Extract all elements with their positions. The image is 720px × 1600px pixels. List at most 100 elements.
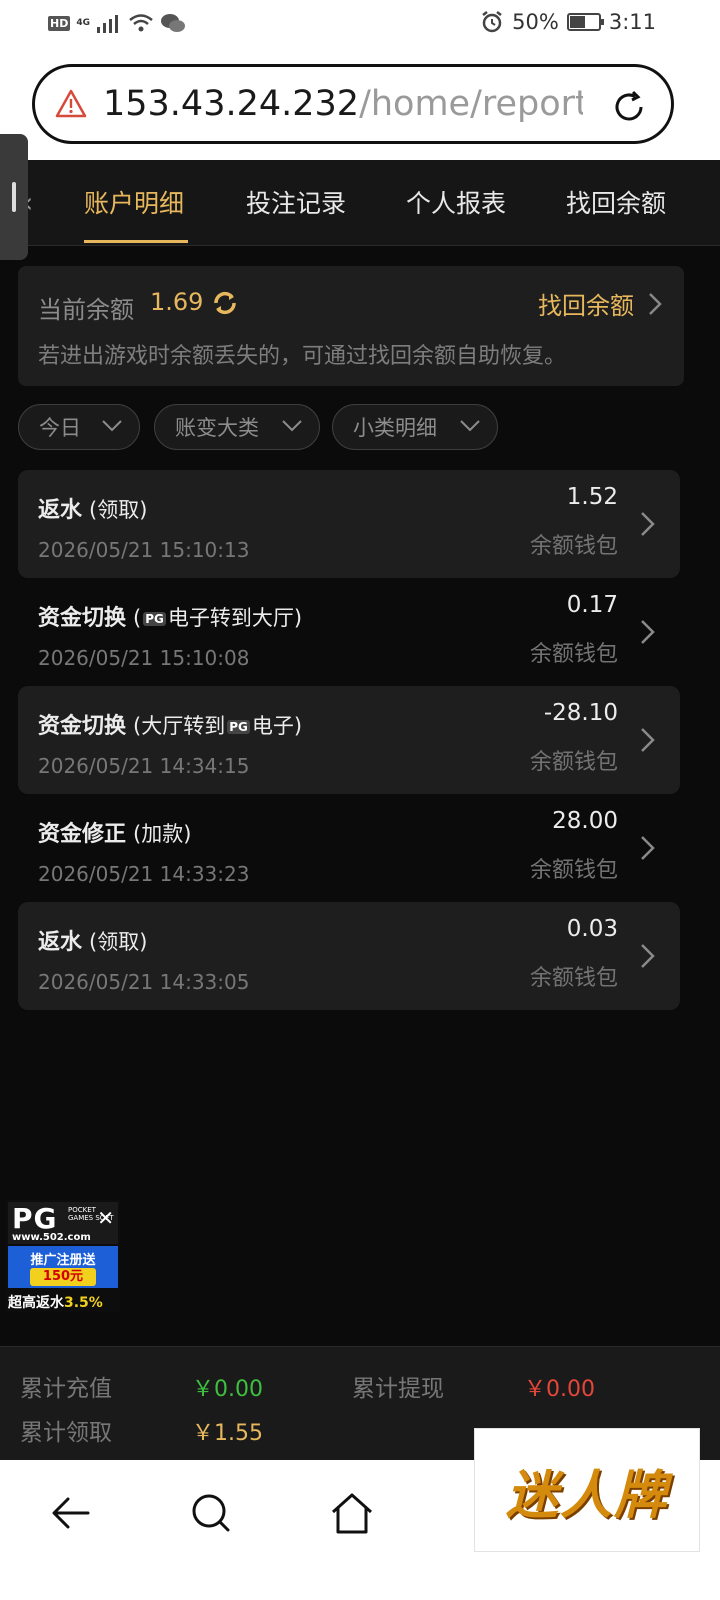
record-row[interactable]: 资金切换 (PG 电子转到大厅) 2026/05/21 15:10:08 0.17… [18,578,680,686]
url-text[interactable]: 153.43.24.232/home/report?c [103,84,583,124]
record-amount: 1.52 [566,484,618,510]
floating-ad[interactable]: PG POCKET GAMES SOFT www.502.com ✕ 推广注册送… [6,1200,120,1312]
record-time: 2026/05/21 15:10:13 [38,538,250,562]
wifi-icon [129,14,153,32]
record-title: 资金修正 (加款) [38,816,191,848]
active-tab-indicator [84,240,188,243]
address-bar[interactable]: 153.43.24.232/home/report?c [32,64,674,144]
pg-logo-icon: PG [227,720,250,734]
url-host: 153.43.24.232 [103,84,360,124]
chevron-right-icon [641,620,655,644]
tab-bet-records[interactable]: 投注记录 [246,184,346,220]
pg-logo-icon: PG [143,612,166,626]
tab-bar: ‹ 账户明细 投注记录 个人报表 找回余额 [0,160,720,246]
close-icon[interactable]: ✕ [97,1206,114,1230]
record-amount: 0.17 [566,592,618,618]
filter-subcategory-label: 小类明细 [353,416,437,440]
record-type: 返水 [38,498,83,523]
alarm-icon [482,11,502,33]
ad-logo-text: PG [12,1202,58,1235]
filter-category-label: 账变大类 [175,416,259,440]
record-subtype: (领取) [89,498,148,522]
recharge-total-label: 累计充值 [20,1376,112,1402]
clock: 3:11 [608,10,656,34]
side-drawer-handle[interactable] [0,134,28,260]
ad-promo-text: 推广注册送 [30,1253,96,1268]
balance-value: 1.69 [150,288,204,316]
balance-label: 当前余额 [38,296,134,324]
signal-icon [97,15,118,33]
record-wallet: 余额钱包 [529,642,618,667]
claim-total-value: ￥1.55 [192,1421,263,1446]
tab-account-detail[interactable]: 账户明细 [84,184,184,220]
record-subtype: (领取) [89,930,148,954]
search-icon[interactable] [188,1490,234,1536]
chevron-down-icon [282,420,302,432]
recover-balance-link[interactable]: 找回余额 [538,286,634,321]
brand-watermark: 迷人牌 [474,1428,700,1552]
record-row[interactable]: 资金切换 (大厅转到 PG 电子) 2026/05/21 14:34:15 -28.… [18,686,680,794]
record-subtype: (大厅转到 PG 电子) [133,714,303,738]
record-wallet: 余额钱包 [529,966,618,991]
battery-percent: 50% [512,10,559,34]
wechat-icon [161,14,185,32]
back-arrow-icon[interactable] [48,1490,94,1536]
record-time: 2026/05/21 14:34:15 [38,754,250,778]
record-wallet: 余额钱包 [529,858,618,883]
status-left: HD 4G [48,12,186,34]
record-wallet: 余额钱包 [529,534,618,559]
record-type: 资金切换 [38,714,127,739]
record-time: 2026/05/21 14:33:23 [38,862,250,886]
record-type: 返水 [38,930,83,955]
filter-date-label: 今日 [39,416,81,440]
claim-total-label: 累计领取 [20,1420,112,1446]
chevron-right-icon[interactable] [646,290,664,318]
ad-promo-banner: 推广注册送 150元 [8,1246,118,1288]
record-row[interactable]: 返水 (领取) 2026/05/21 15:10:13 1.52 余额钱包 [18,470,680,578]
reload-icon[interactable] [609,87,649,127]
record-type: 资金切换 [38,606,127,631]
record-title: 返水 (领取) [38,924,147,956]
record-amount: 0.03 [566,916,618,942]
record-row[interactable]: 返水 (领取) 2026/05/21 14:33:05 0.03 余额钱包 [18,902,680,1010]
record-wallet: 余额钱包 [529,750,618,775]
record-amount: 28.00 [552,808,618,834]
chevron-down-icon [102,420,122,432]
battery-icon [566,13,604,31]
home-icon[interactable] [328,1490,376,1536]
ad-rebate: 超高返水3.5% [8,1295,103,1311]
browser-toolbar: 153.43.24.232/home/report?c [0,50,720,160]
filter-category[interactable]: 账变大类 [154,404,320,450]
withdraw-total-label: 累计提现 [352,1376,444,1402]
warning-icon[interactable] [55,88,87,120]
chevron-right-icon [641,728,655,752]
balance-hint: 若进出游戏时余额丢失的，可通过找回余额自助恢复。 [38,344,567,369]
record-type: 资金修正 [38,822,127,847]
brand-text: 迷人牌 [505,1465,668,1526]
status-bar: HD 4G 50% 3:11 [0,0,720,50]
record-title: 返水 (领取) [38,492,147,524]
network-type: 4G [76,17,90,28]
chevron-right-icon [641,944,655,968]
record-amount: -28.10 [543,700,618,726]
tab-personal-report[interactable]: 个人报表 [406,184,506,220]
record-time: 2026/05/21 15:10:08 [38,646,250,670]
chevron-right-icon [641,512,655,536]
chevron-right-icon [641,836,655,860]
record-subtype: (加款) [133,822,192,846]
filter-date[interactable]: 今日 [18,404,140,450]
ad-amount: 150元 [30,1268,96,1286]
record-row[interactable]: 资金修正 (加款) 2026/05/21 14:33:23 28.00 余额钱包 [18,794,680,902]
hd-badge: HD [48,15,71,31]
ad-site: www.502.com [12,1232,91,1243]
filter-subcategory[interactable]: 小类明细 [332,404,498,450]
recharge-total-value: ￥0.00 [192,1377,263,1402]
chevron-down-icon [460,420,480,432]
record-subtype: (PG 电子转到大厅) [133,606,303,630]
tab-recover-balance[interactable]: 找回余额 [566,184,666,220]
url-path: /home/report?c [359,84,583,124]
record-title: 资金切换 (大厅转到 PG 电子) [38,708,302,740]
record-time: 2026/05/21 14:33:05 [38,970,250,994]
refresh-icon[interactable] [210,288,240,318]
balance-card: 当前余额 1.69 找回余额 若进出游戏时余额丢失的，可通过找回余额自助恢复。 [18,266,684,386]
